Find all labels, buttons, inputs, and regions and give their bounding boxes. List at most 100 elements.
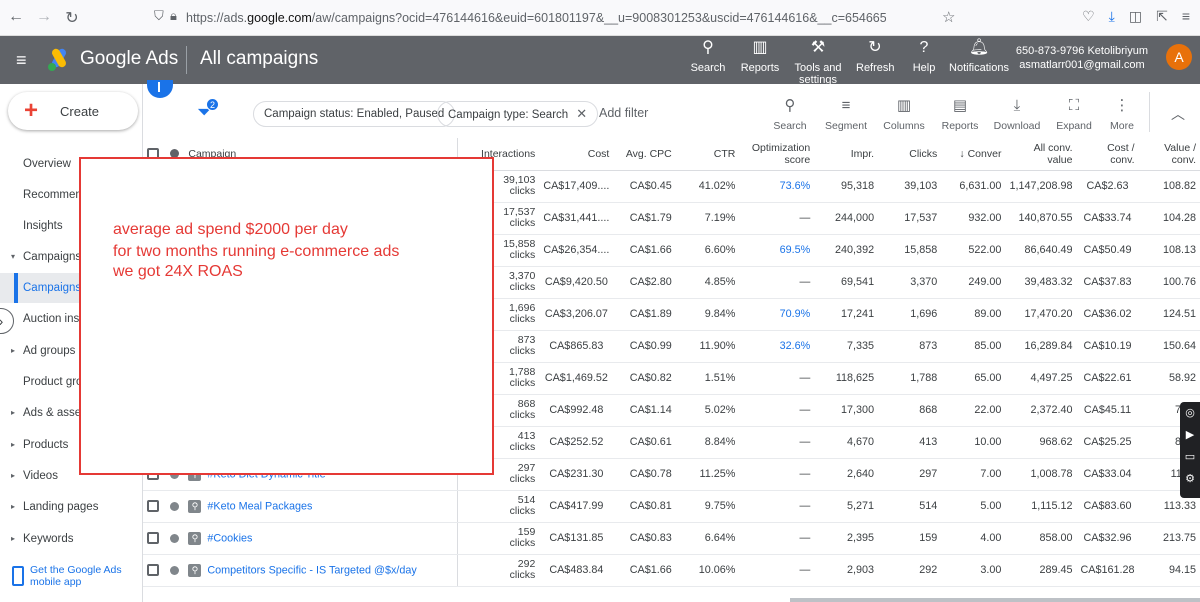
add-filter-button[interactable]: Add filter <box>599 106 648 120</box>
refresh-button[interactable]: ↻ Refresh <box>856 38 895 74</box>
cell-all-conv-value: 86,640.49 <box>1005 234 1077 267</box>
col-ctr[interactable]: CTR <box>675 138 740 171</box>
cell-ctr: 5.02% <box>675 394 740 427</box>
col-clicks[interactable]: Clicks <box>878 138 942 171</box>
table-row[interactable]: ⚲ Competitors Specific - IS Targeted @$x/… <box>143 554 1200 587</box>
hamburger-menu-icon[interactable]: ≡ <box>16 50 27 71</box>
cell-opt-score[interactable]: 70.9% <box>739 298 815 331</box>
header-reports-button[interactable]: ▥ Reports <box>740 38 780 74</box>
row-status-cell[interactable] <box>163 522 185 555</box>
cell-opt-score: — <box>739 458 815 491</box>
col-value-per-conv[interactable]: Value / conv. <box>1138 138 1200 171</box>
campaign-link[interactable]: #Keto Meal Packages <box>207 500 312 512</box>
cell-conversions: 522.00 <box>941 234 1006 267</box>
more-label: More <box>1110 120 1134 132</box>
row-select-cell[interactable] <box>143 522 164 555</box>
segment-button[interactable]: ≡ Segment <box>825 96 867 132</box>
table-search-button[interactable]: ⚲ Search <box>773 96 807 132</box>
row-checkbox[interactable] <box>147 564 160 577</box>
account-info[interactable]: 650-873-9796 Ketolibriyum asmatlarr001@g… <box>1016 44 1148 72</box>
sidebar-item-label: Campaigns <box>23 251 82 263</box>
paused-status-icon[interactable] <box>169 565 179 575</box>
chevron-up-icon[interactable]: ︿ <box>1171 104 1185 124</box>
extension-icon[interactable]: ◫ <box>1129 8 1142 25</box>
col-impr[interactable]: Impr. <box>814 138 879 171</box>
table-row[interactable]: ⚲ #Keto Meal Packages 514 clicks CA$417.99 CA… <box>143 490 1200 523</box>
col-conversions[interactable]: ↓ Conver <box>941 138 1006 171</box>
video-icon[interactable]: ▶ <box>1180 424 1200 446</box>
refresh-label: Refresh <box>856 62 895 74</box>
paused-status-icon[interactable] <box>169 501 179 511</box>
lock-icon[interactable]: 🔒︎ <box>170 8 177 24</box>
table-reports-button[interactable]: ▤ Reports <box>941 96 979 132</box>
reports-icon: ▥ <box>752 39 768 56</box>
row-checkbox[interactable] <box>147 532 160 545</box>
tools-settings-button[interactable]: ⚒ Tools and settings <box>792 38 844 86</box>
col-opt-score[interactable]: Optimization score <box>739 138 815 171</box>
cell-opt-score: — <box>739 426 815 459</box>
pocket-icon[interactable]: ♡ <box>1082 8 1095 25</box>
create-button[interactable]: + Create <box>8 92 138 130</box>
more-button[interactable]: ⋮ More <box>1107 96 1137 132</box>
sidebar-item-13[interactable]: ▸ Keywords <box>0 524 142 554</box>
row-status-cell[interactable] <box>163 490 185 523</box>
col-cost[interactable]: Cost <box>539 138 614 171</box>
filter-chip-type-label: Campaign type: Search <box>448 109 569 121</box>
settings-icon[interactable]: ⚙ <box>1180 468 1200 490</box>
sidebar-item-12[interactable]: ▸ Landing pages <box>0 492 142 522</box>
window-icon[interactable]: ▭ <box>1180 446 1200 468</box>
cell-ctr: 11.25% <box>675 458 740 491</box>
download-icon[interactable]: ⤓ <box>1109 8 1115 25</box>
search-icon: ⚲ <box>784 97 796 114</box>
cell-cost: CA$131.85 <box>539 522 614 555</box>
row-status-cell[interactable] <box>163 554 185 587</box>
close-icon[interactable]: ✕ <box>576 106 587 121</box>
back-icon[interactable]: ← <box>2 8 30 26</box>
add-campaign-button[interactable] <box>147 80 173 98</box>
menu-icon[interactable]: ≡ <box>1182 8 1190 25</box>
row-checkbox[interactable] <box>147 500 160 513</box>
download-button[interactable]: ⤓ Download <box>993 96 1041 132</box>
paused-status-icon[interactable] <box>169 533 179 543</box>
cell-avg-cpc: CA$0.81 <box>613 490 676 523</box>
cell-clicks: 17,537 <box>878 202 942 235</box>
campaign-link[interactable]: #Cookies <box>207 532 252 544</box>
row-select-cell[interactable] <box>143 490 164 523</box>
filter-chip-type[interactable]: Campaign type: Search ✕ <box>437 101 599 127</box>
cell-conversions: 22.00 <box>941 394 1006 427</box>
screenshot-icon[interactable]: ◎ <box>1180 402 1200 424</box>
address-bar[interactable]: https://ads.google.com/aw/campaigns?ocid… <box>186 8 886 28</box>
notifications-button[interactable]: 🔔︎ Notifications <box>948 38 1010 74</box>
cell-impr: 244,000 <box>814 202 879 235</box>
cell-opt-score[interactable]: 32.6% <box>739 330 815 363</box>
get-app-label: Get the Google Ads mobile app <box>30 564 122 588</box>
shield-icon[interactable]: ⛉ <box>154 8 164 24</box>
horizontal-scrollbar[interactable] <box>790 598 1200 602</box>
col-cost-per-conv[interactable]: Cost / conv. <box>1076 138 1139 171</box>
help-button[interactable]: ? Help <box>910 38 938 74</box>
columns-button[interactable]: ▥ Columns <box>883 96 925 132</box>
share-icon[interactable]: ⇱ <box>1156 8 1168 25</box>
cell-opt-score[interactable]: 69.5% <box>739 234 815 267</box>
star-icon[interactable]: ☆ <box>942 8 955 26</box>
cell-all-conv-value: 858.00 <box>1005 522 1077 555</box>
cell-cost-per-conv: CA$33.04 <box>1076 458 1139 491</box>
expand-button[interactable]: ⛶ Expand <box>1055 96 1093 132</box>
filter-chip-status[interactable]: Campaign status: Enabled, Paused <box>253 101 456 127</box>
table-row[interactable]: ⚲ #Cookies 159 clicks CA$131.85 CA$0.83 6.64% —… <box>143 522 1200 555</box>
cell-clicks: 292 <box>878 554 942 587</box>
expand-icon: ⛶ <box>1068 97 1080 114</box>
cell-clicks: 159 <box>878 522 942 555</box>
cell-avg-cpc: CA$1.14 <box>613 394 676 427</box>
get-app-link[interactable]: Get the Google Ads mobile app <box>0 560 142 600</box>
col-all-conv-value[interactable]: All conv. value <box>1005 138 1077 171</box>
avatar[interactable]: A <box>1166 44 1192 70</box>
cell-opt-score[interactable]: 73.6% <box>739 170 815 203</box>
col-avg-cpc[interactable]: Avg. CPC <box>613 138 676 171</box>
cell-ctr: 10.06% <box>675 554 740 587</box>
forward-icon[interactable]: → <box>30 8 58 26</box>
campaign-link[interactable]: Competitors Specific - IS Targeted @$x/d… <box>207 564 416 576</box>
header-search-button[interactable]: ⚲ Search <box>690 38 726 74</box>
reload-icon[interactable]: ↻ <box>58 8 86 28</box>
row-select-cell[interactable] <box>143 554 164 587</box>
